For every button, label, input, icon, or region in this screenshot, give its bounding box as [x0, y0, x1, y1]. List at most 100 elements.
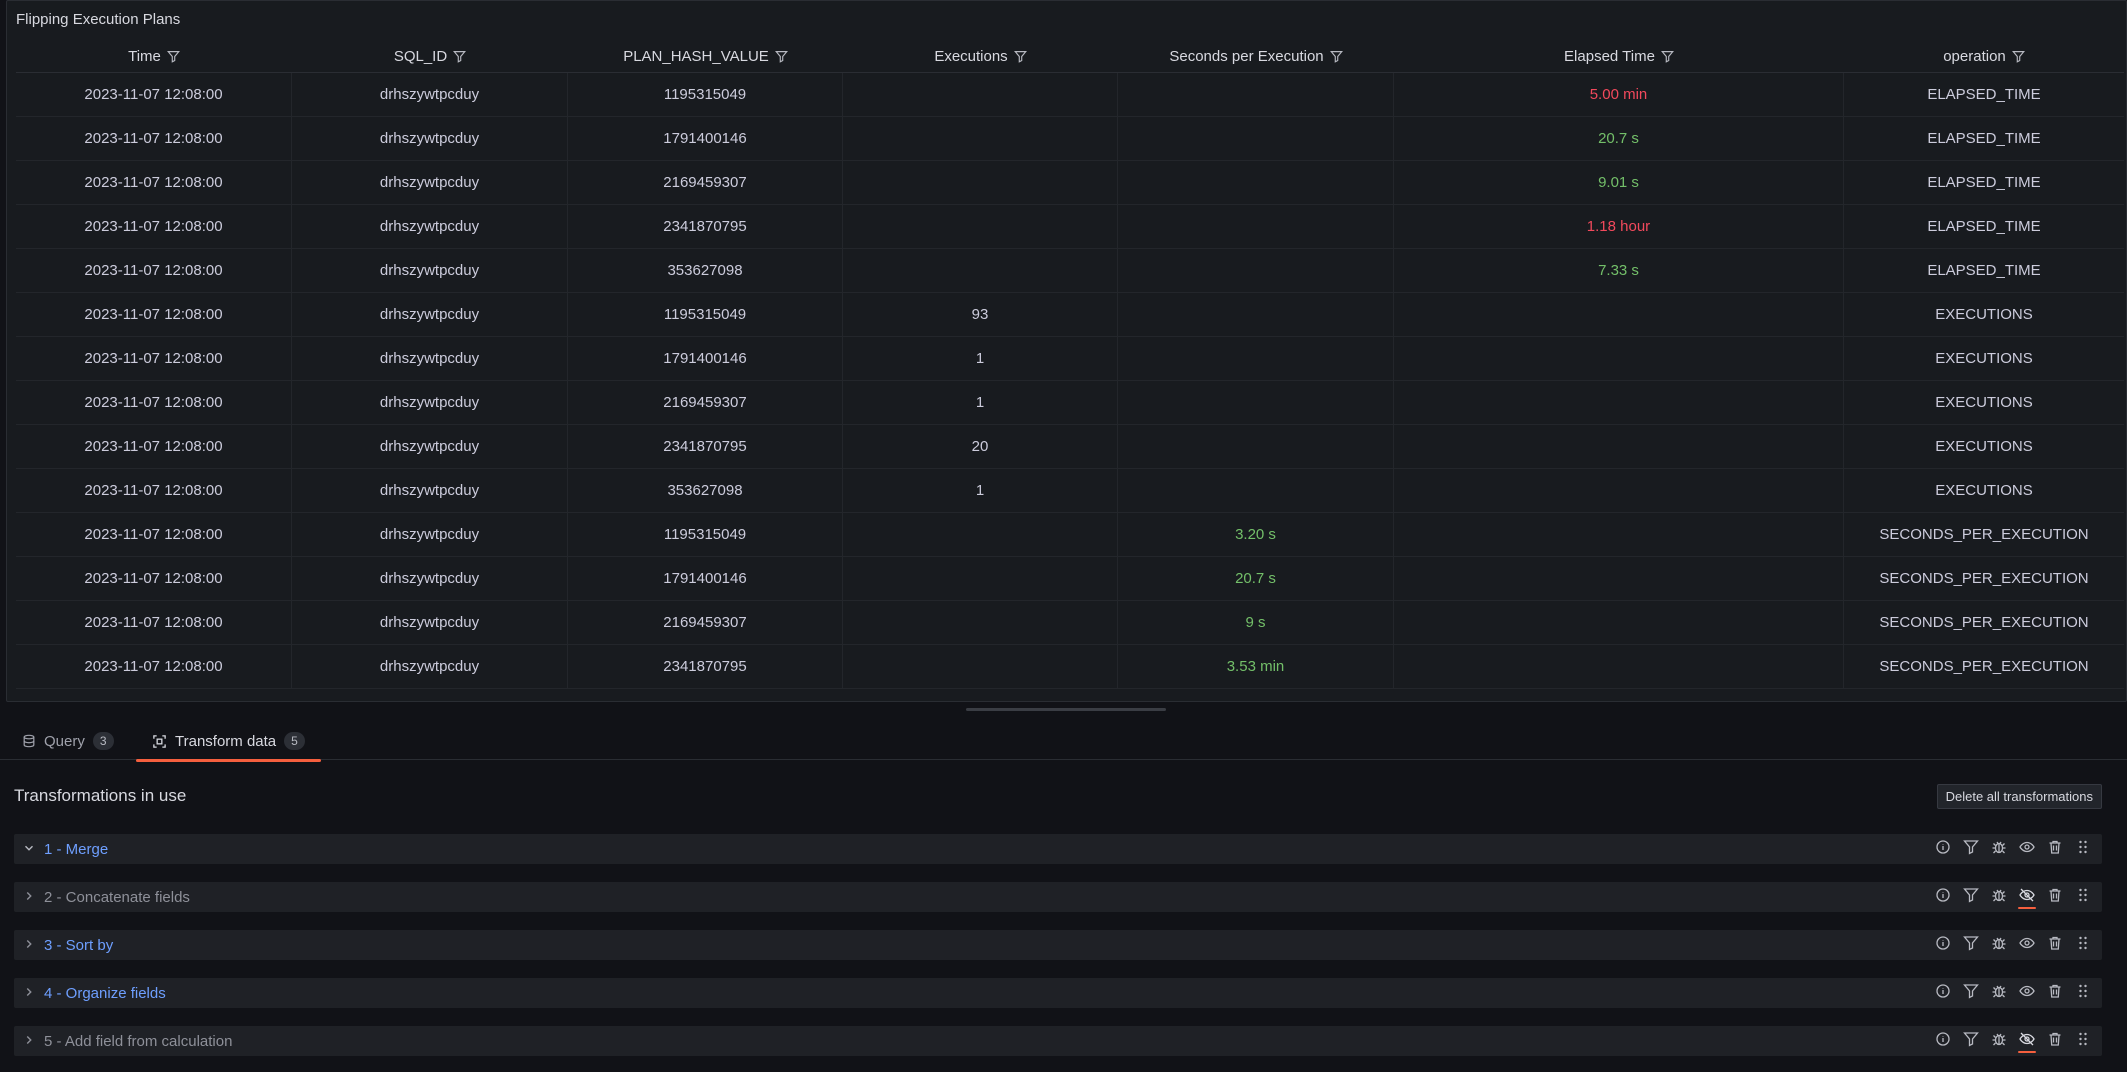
chevron-right-icon[interactable] — [22, 1033, 38, 1049]
filter-icon[interactable] — [1329, 50, 1343, 63]
filter-icon[interactable] — [1013, 50, 1027, 63]
cell-time: 2023-11-07 12:08:00 — [16, 381, 292, 424]
cell-seconds-per-execution — [1118, 161, 1394, 204]
filter-icon[interactable] — [2011, 50, 2025, 63]
table-row[interactable]: 2023-11-07 12:08:00 drhszywtpcduy 21694593… — [16, 601, 2124, 645]
cell-elapsed-time — [1394, 645, 1844, 688]
transformation-label[interactable]: 3 - Sort by — [44, 937, 113, 954]
table-row[interactable]: 2023-11-07 12:08:00 drhszywtpcduy 23418707… — [16, 645, 2124, 689]
bug-icon[interactable] — [1990, 1031, 2008, 1051]
transformation-item[interactable]: 1 - Merge — [14, 834, 2102, 864]
filter-icon[interactable] — [1962, 839, 1980, 859]
cell-plan-hash-value: 2169459307 — [568, 161, 843, 204]
filter-icon[interactable] — [1962, 935, 1980, 955]
transformation-label[interactable]: 4 - Organize fields — [44, 985, 166, 1002]
panel-resize-handle[interactable] — [966, 708, 1166, 711]
info-icon[interactable] — [1934, 1031, 1952, 1051]
table-row[interactable]: 2023-11-07 12:08:00 drhszywtpcduy 23418707… — [16, 425, 2124, 469]
transformation-actions — [1934, 839, 2092, 859]
transformation-label[interactable]: 2 - Concatenate fields — [44, 889, 190, 906]
cell-seconds-per-execution — [1118, 249, 1394, 292]
table-row[interactable]: 2023-11-07 12:08:00 drhszywtpcduy 11953150… — [16, 293, 2124, 337]
info-icon[interactable] — [1934, 983, 1952, 1003]
cell-seconds-per-execution — [1118, 73, 1394, 116]
tab-transform-data[interactable]: Transform data 5 — [136, 722, 321, 762]
filter-icon[interactable] — [1962, 983, 1980, 1003]
bug-icon[interactable] — [1990, 983, 2008, 1003]
table-row[interactable]: 2023-11-07 12:08:00 drhszywtpcduy 21694593… — [16, 161, 2124, 205]
drag-handle-icon[interactable] — [2074, 983, 2092, 1003]
column-header-plan-hash-value[interactable]: PLAN_HASH_VALUE — [568, 41, 843, 72]
cell-time: 2023-11-07 12:08:00 — [16, 293, 292, 336]
filter-icon[interactable] — [166, 50, 180, 63]
info-icon[interactable] — [1934, 935, 1952, 955]
trash-icon[interactable] — [2046, 935, 2064, 955]
filter-icon[interactable] — [453, 50, 467, 63]
eye-slash-icon[interactable] — [2018, 1031, 2036, 1053]
cell-seconds-per-execution — [1118, 425, 1394, 468]
cell-time: 2023-11-07 12:08:00 — [16, 601, 292, 644]
cell-plan-hash-value: 1195315049 — [568, 73, 843, 116]
column-header-time[interactable]: Time — [16, 41, 292, 72]
transformation-label[interactable]: 5 - Add field from calculation — [44, 1033, 232, 1050]
cell-operation: EXECUTIONS — [1935, 306, 2033, 323]
table-row[interactable]: 2023-11-07 12:08:00 drhszywtpcduy 35362709… — [16, 249, 2124, 293]
tab-transform-label: Transform data — [175, 732, 277, 750]
cell-elapsed-time — [1394, 557, 1844, 600]
trash-icon[interactable] — [2046, 887, 2064, 907]
table-row[interactable]: 2023-11-07 12:08:00 drhszywtpcduy 17914001… — [16, 117, 2124, 161]
info-icon[interactable] — [1934, 839, 1952, 859]
column-header-executions[interactable]: Executions — [843, 41, 1118, 72]
filter-icon[interactable] — [1660, 50, 1674, 63]
tab-query[interactable]: Query 3 — [22, 722, 114, 760]
cell-operation: SECONDS_PER_EXECUTION — [1879, 570, 2089, 587]
filter-icon[interactable] — [1962, 1031, 1980, 1051]
chevron-down-icon[interactable] — [22, 841, 38, 857]
cell-seconds-per-execution — [1118, 337, 1394, 380]
trash-icon[interactable] — [2046, 839, 2064, 859]
cell-sql-id: drhszywtpcduy — [292, 601, 568, 644]
filter-icon[interactable] — [774, 50, 788, 63]
table-row[interactable]: 2023-11-07 12:08:00 drhszywtpcduy 23418707… — [16, 205, 2124, 249]
info-icon[interactable] — [1934, 887, 1952, 907]
transformation-label[interactable]: 1 - Merge — [44, 841, 108, 858]
table-row[interactable]: 2023-11-07 12:08:00 drhszywtpcduy 17914001… — [16, 557, 2124, 601]
cell-executions — [843, 645, 1118, 688]
table-row[interactable]: 2023-11-07 12:08:00 drhszywtpcduy 11953150… — [16, 73, 2124, 117]
transformation-item[interactable]: 5 - Add field from calculation — [14, 1026, 2102, 1056]
drag-handle-icon[interactable] — [2074, 839, 2092, 859]
eye-icon[interactable] — [2018, 935, 2036, 955]
chevron-right-icon[interactable] — [22, 937, 38, 953]
transformation-item[interactable]: 3 - Sort by — [14, 930, 2102, 960]
eye-icon[interactable] — [2018, 839, 2036, 859]
trash-icon[interactable] — [2046, 983, 2064, 1003]
column-header-sql-id[interactable]: SQL_ID — [292, 41, 568, 72]
column-header-operation[interactable]: operation — [1844, 41, 2124, 72]
table-row[interactable]: 2023-11-07 12:08:00 drhszywtpcduy 35362709… — [16, 469, 2124, 513]
drag-handle-icon[interactable] — [2074, 935, 2092, 955]
eye-icon[interactable] — [2018, 983, 2036, 1003]
transformation-item[interactable]: 2 - Concatenate fields — [14, 882, 2102, 912]
column-header-seconds-per-execution[interactable]: Seconds per Execution — [1118, 41, 1394, 72]
table-row[interactable]: 2023-11-07 12:08:00 drhszywtpcduy 21694593… — [16, 381, 2124, 425]
column-header-label: PLAN_HASH_VALUE — [623, 48, 769, 65]
bug-icon[interactable] — [1990, 887, 2008, 907]
chevron-right-icon[interactable] — [22, 889, 38, 905]
drag-handle-icon[interactable] — [2074, 1031, 2092, 1051]
table-row[interactable]: 2023-11-07 12:08:00 drhszywtpcduy 11953150… — [16, 513, 2124, 557]
database-icon — [22, 734, 36, 748]
cell-sql-id: drhszywtpcduy — [292, 381, 568, 424]
eye-slash-icon[interactable] — [2018, 887, 2036, 909]
cell-seconds-per-execution: 3.20 s — [1118, 513, 1394, 556]
filter-icon[interactable] — [1962, 887, 1980, 907]
transformation-item[interactable]: 4 - Organize fields — [14, 978, 2102, 1008]
bug-icon[interactable] — [1990, 935, 2008, 955]
cell-executions — [843, 513, 1118, 556]
delete-all-transformations-button[interactable]: Delete all transformations — [1936, 784, 2102, 809]
table-row[interactable]: 2023-11-07 12:08:00 drhszywtpcduy 17914001… — [16, 337, 2124, 381]
trash-icon[interactable] — [2046, 1031, 2064, 1051]
column-header-elapsed-time[interactable]: Elapsed Time — [1394, 41, 1844, 72]
bug-icon[interactable] — [1990, 839, 2008, 859]
drag-handle-icon[interactable] — [2074, 887, 2092, 907]
chevron-right-icon[interactable] — [22, 985, 38, 1001]
